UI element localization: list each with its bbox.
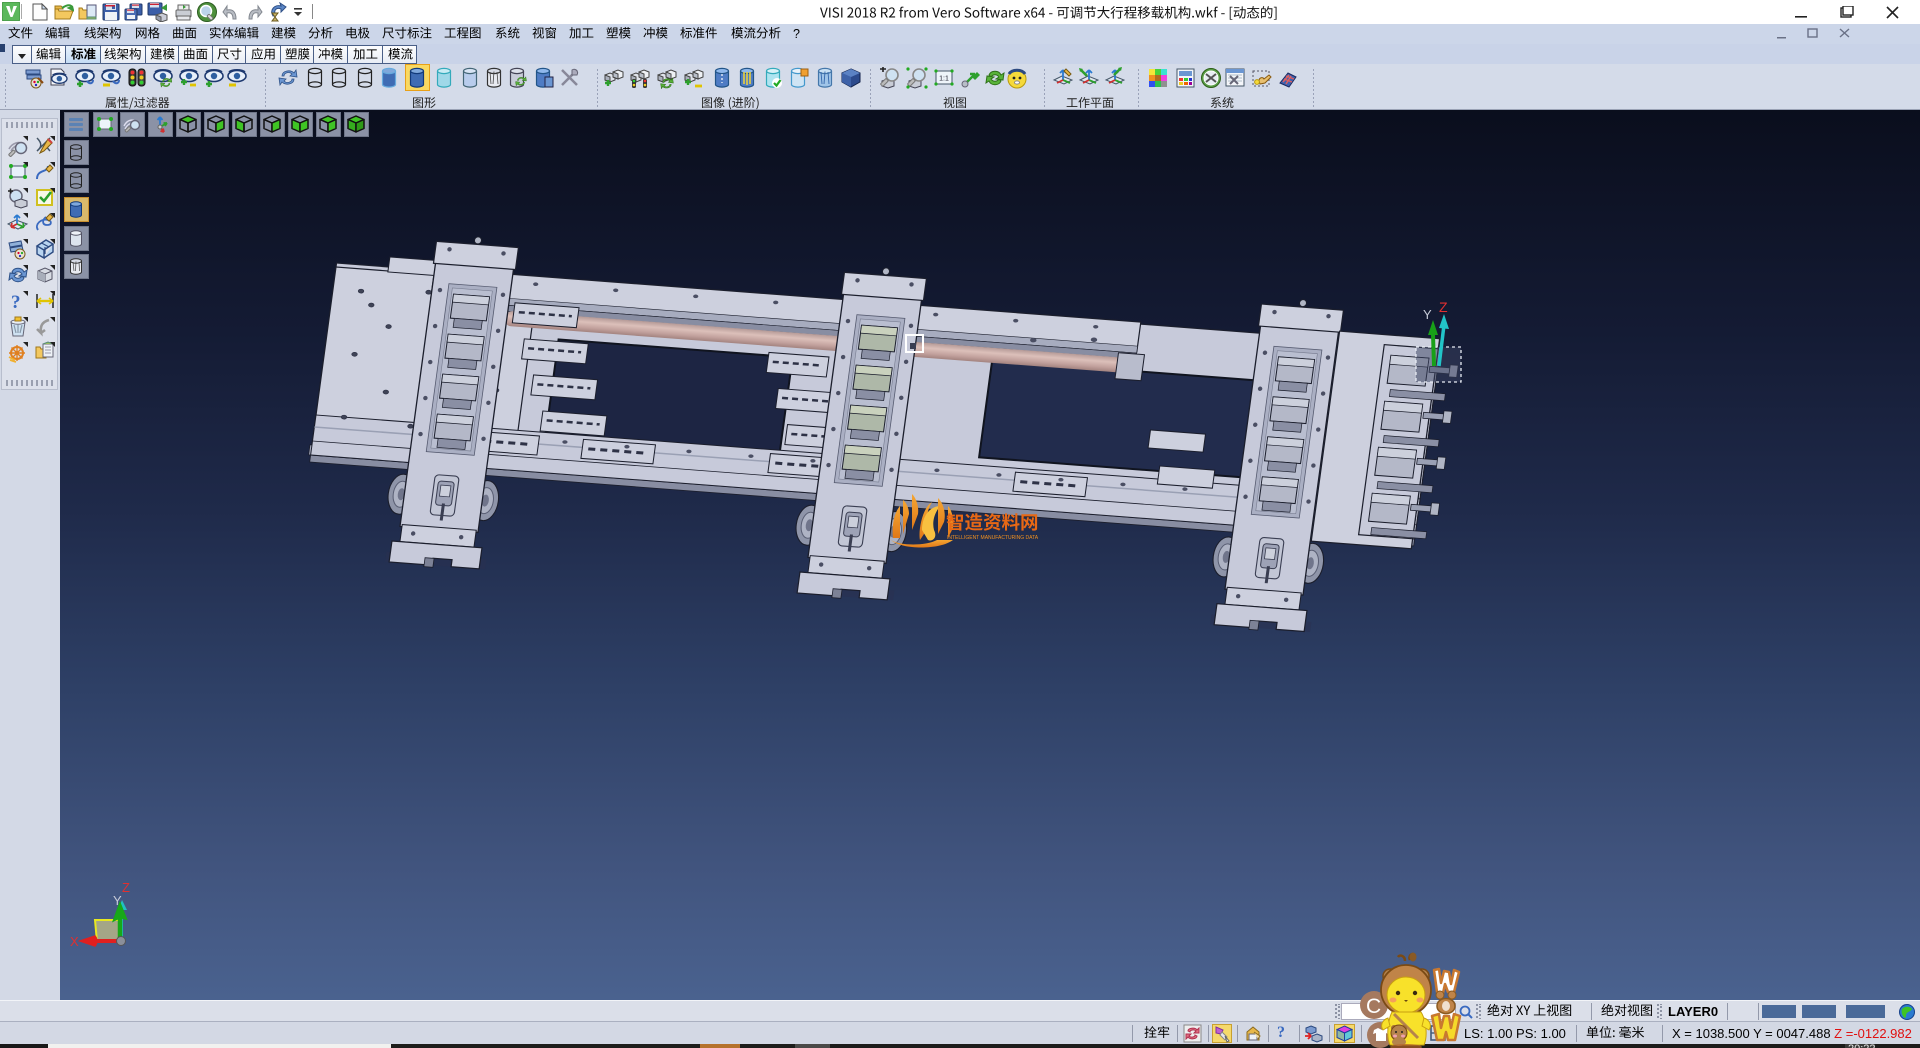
svg-text:Y: Y bbox=[113, 893, 122, 908]
svg-text:Y: Y bbox=[1423, 307, 1432, 322]
svg-text:1:1: 1:1 bbox=[939, 76, 949, 83]
svg-text:?: ? bbox=[11, 292, 21, 312]
svg-text:Z: Z bbox=[1439, 299, 1448, 315]
svg-text:X: X bbox=[70, 934, 79, 949]
svg-text:INTELLIGENT MANUFACTURING DATA: INTELLIGENT MANUFACTURING DATA bbox=[947, 535, 1039, 541]
svg-text:C: C bbox=[1366, 995, 1381, 1018]
svg-text:Z: Z bbox=[122, 880, 130, 895]
